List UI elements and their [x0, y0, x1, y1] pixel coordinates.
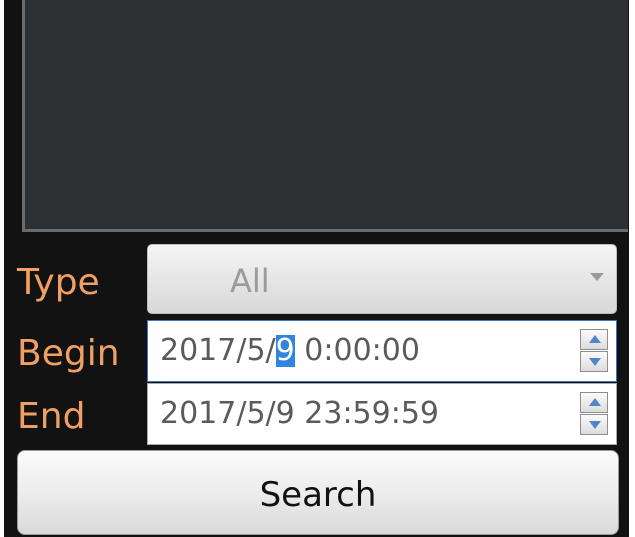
begin-spin-up-button[interactable]	[580, 329, 608, 350]
begin-time-suffix: 0:00:00	[294, 333, 420, 368]
end-datetime-value[interactable]: 2017/5/9 23:59:59	[160, 396, 439, 431]
spin-up-icon	[589, 398, 601, 406]
chevron-down-icon	[590, 273, 604, 281]
begin-datetime-value[interactable]: 2017/5/9 0:00:00	[160, 333, 420, 368]
search-button-label: Search	[259, 475, 377, 515]
preview-area	[22, 0, 628, 232]
end-spin-up-button[interactable]	[580, 392, 608, 413]
begin-label: Begin	[17, 333, 120, 374]
begin-selected-day: 9	[275, 333, 295, 368]
end-spin-down-button[interactable]	[580, 414, 608, 435]
spin-down-icon	[589, 358, 601, 366]
spin-up-icon	[589, 335, 601, 343]
begin-spin-down-button[interactable]	[580, 351, 608, 372]
search-button[interactable]: Search	[17, 450, 619, 535]
spin-down-icon	[589, 421, 601, 429]
type-select-value: All	[230, 262, 270, 300]
search-panel: Type All Begin 2017/5/9 0:00:00 End 2017…	[4, 0, 629, 537]
end-datetime-field[interactable]: 2017/5/9 23:59:59	[147, 383, 617, 445]
begin-spinner	[580, 329, 608, 373]
begin-date-prefix: 2017/5/	[160, 333, 276, 368]
type-label: Type	[17, 262, 100, 303]
end-label: End	[17, 396, 86, 437]
type-select[interactable]: All	[147, 244, 617, 314]
end-spinner	[580, 392, 608, 436]
begin-datetime-field[interactable]: 2017/5/9 0:00:00	[147, 320, 617, 382]
